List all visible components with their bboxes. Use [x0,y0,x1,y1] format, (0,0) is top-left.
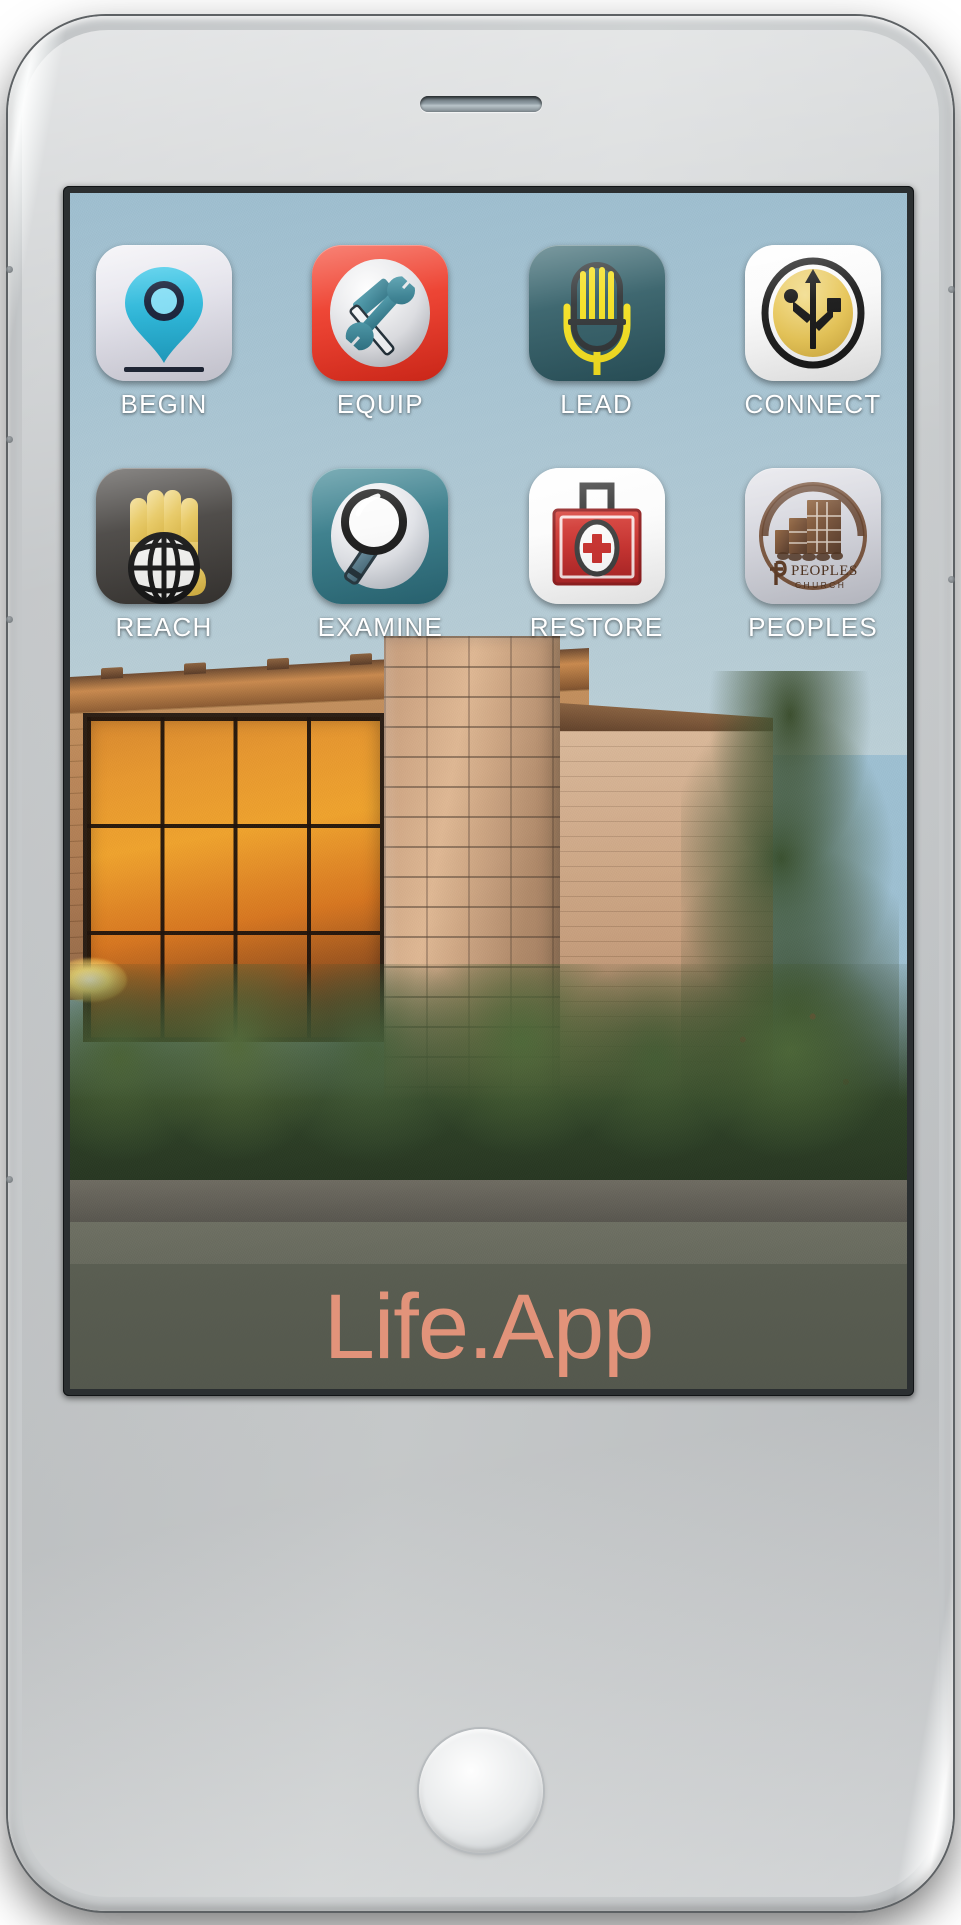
right-side-button-dot-1[interactable] [948,286,955,293]
app-restore[interactable]: RESTORE [521,468,673,643]
map-pin-icon [124,267,204,372]
logo-word-church: CHURCH [795,580,846,590]
phone-screen[interactable]: BEGIN EQUIP LEAD CONNECT REACH EXAMINE R… [70,193,907,1389]
app-lead[interactable]: LEAD [521,245,673,420]
left-side-button-dot-2[interactable] [6,436,13,443]
wallpaper-curb [70,1179,907,1228]
app-label-reach: REACH [115,612,213,642]
magnifying-glass-icon [331,483,430,589]
app-label-peoples: PEOPLES [748,612,878,642]
app-equip[interactable]: EQUIP [304,245,456,420]
usb-connect-icon [761,257,865,369]
app-label-equip: EQUIP [336,389,424,419]
left-side-button-dot-1[interactable] [6,266,13,273]
earpiece-speaker [419,96,542,112]
app-examine[interactable]: EXAMINE [304,468,456,643]
microphone-icon [563,262,631,375]
logo-word-peoples: PEOPLES [791,563,858,579]
brand-title: Life.App [323,1275,655,1378]
right-side-button-dot-2[interactable] [948,576,955,583]
app-connect[interactable]: CONNECT [737,245,889,420]
app-peoples[interactable]: PEOPLES CHURCH PEOPLES [737,468,889,643]
app-icon-restore[interactable] [528,468,665,604]
app-icon-examine[interactable] [312,468,449,604]
app-reach[interactable]: REACH [88,468,240,643]
hand-globe-icon [128,490,206,604]
phone-device-frame: BEGIN EQUIP LEAD CONNECT REACH EXAMINE R… [6,16,955,1911]
app-label-lead: LEAD [560,389,634,419]
app-icon-lead[interactable] [528,245,665,381]
wallpaper-hedge-row [70,964,907,1192]
app-begin[interactable]: BEGIN [88,245,240,420]
app-label-begin: BEGIN [120,389,208,419]
home-button[interactable] [418,1729,543,1853]
icon-row-1: BEGIN EQUIP LEAD CONNECT [88,245,889,420]
app-icon-connect[interactable] [744,245,881,381]
hammer-wrench-icon [330,259,431,367]
left-side-button-dot-4[interactable] [6,1176,13,1183]
app-icon-begin[interactable] [96,245,232,381]
app-label-connect: CONNECT [744,389,882,419]
peoples-church-logo: PEOPLES CHURCH [758,482,867,590]
app-label-restore: RESTORE [529,612,664,642]
left-side-button-dot-3[interactable] [6,616,13,623]
screen-bezel: BEGIN EQUIP LEAD CONNECT REACH EXAMINE R… [63,186,914,1396]
first-aid-kit-icon [552,482,642,586]
app-icon-equip[interactable] [312,245,449,381]
app-label-examine: EXAMINE [317,612,444,642]
icon-row-2: REACH EXAMINE RESTORE PEOPLES CHURCH PEO… [88,468,889,643]
app-icon-grid: BEGIN EQUIP LEAD CONNECT REACH EXAMINE R… [70,193,907,643]
app-icon-reach[interactable] [96,468,232,604]
brand-band: Life.App [70,1264,907,1389]
app-icon-peoples[interactable]: PEOPLES CHURCH [744,468,881,604]
